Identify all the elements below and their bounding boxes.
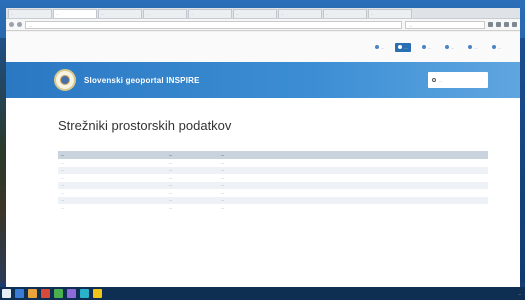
tab-strip: ... ... ... ... ... ... ... ... ... [6, 8, 520, 19]
service-link[interactable]: ... [58, 166, 166, 174]
table-row: ... ... ... [58, 189, 488, 197]
service-link[interactable]: ... [58, 174, 166, 182]
browser-tab[interactable]: ... [233, 9, 277, 18]
nav-icon [374, 45, 379, 49]
table-row: ... ... ... [58, 174, 488, 182]
app-icon[interactable] [93, 289, 102, 298]
service-link[interactable]: ... [58, 181, 166, 189]
nav-icon [421, 45, 426, 49]
app-icon[interactable] [41, 289, 50, 298]
nav-item[interactable]: ... [372, 43, 387, 52]
taskbar: ... [0, 287, 525, 300]
app-icon[interactable] [67, 289, 76, 298]
forward-icon[interactable] [17, 22, 22, 27]
nav-icon [491, 45, 496, 49]
table-row: ... ... ... [58, 196, 488, 204]
cell: ... [218, 166, 488, 174]
cell: ... [221, 160, 224, 165]
page-title: Strežniki prostorskih podatkov [58, 118, 232, 133]
app-icon[interactable] [54, 289, 63, 298]
cell: ... [166, 181, 218, 189]
nav-item[interactable]: ... [442, 43, 457, 52]
table-row: ... ... ... [58, 159, 488, 167]
cell: ... [221, 175, 224, 180]
browser-tab[interactable]: ... [143, 9, 187, 18]
cell: ... [218, 196, 488, 204]
cell: ... [169, 190, 172, 195]
table-header-row: ... ... ... [58, 151, 488, 159]
nav-item[interactable]: ... [489, 43, 504, 52]
cell: ... [169, 175, 172, 180]
app-icon[interactable] [15, 289, 24, 298]
nav-item-active[interactable]: ... [395, 42, 411, 52]
column-header: ... [218, 151, 488, 159]
browser-tab[interactable]: ... [323, 9, 367, 18]
clock: ... [517, 291, 521, 296]
nav-icon [398, 45, 403, 49]
nav-item[interactable]: ... [465, 43, 480, 52]
search-icon [432, 78, 436, 82]
cell: ... [166, 166, 218, 174]
column-header: ... [58, 151, 166, 159]
service-link[interactable]: ... [58, 159, 166, 167]
column-header: ... [166, 151, 218, 159]
browser-search-input[interactable]: ... [405, 20, 485, 29]
browser-tab[interactable]: ... [368, 9, 412, 18]
site-search-input[interactable]: ... [428, 72, 488, 88]
browser-tab[interactable]: ... [98, 9, 142, 18]
cell: ... [169, 205, 172, 210]
service-link[interactable]: ... [58, 196, 166, 204]
app-icon[interactable] [80, 289, 89, 298]
site-logo[interactable] [54, 69, 76, 91]
table-row: ... ... ... [58, 166, 488, 174]
browser-window: ... ... ... ... ... ... ... ... ... ... … [6, 8, 520, 288]
cell: ... [221, 190, 224, 195]
menu-icon[interactable] [512, 22, 517, 27]
servers-table: ... ... ... ... ... ... ... ... ... ... … [58, 151, 488, 212]
start-button[interactable] [2, 289, 11, 298]
browser-tab[interactable]: ... [188, 9, 232, 18]
cell: ... [169, 160, 172, 165]
nav-icon [468, 45, 473, 49]
nav-icon [444, 45, 449, 49]
web-page: ... ... ... ... ... ... Slovenski geopor… [6, 32, 520, 288]
cell: ... [166, 196, 218, 204]
service-link[interactable]: ... [58, 204, 166, 212]
back-icon[interactable] [9, 22, 14, 27]
home-icon[interactable] [504, 22, 509, 27]
cell: ... [218, 181, 488, 189]
main-content: Strežniki prostorskih podatkov ... ... .… [6, 98, 520, 212]
bookmark-icon[interactable] [488, 22, 493, 27]
top-navigation: ... ... ... ... ... ... [6, 32, 520, 62]
browser-tab[interactable]: ... [278, 9, 322, 18]
nav-item[interactable]: ... [419, 43, 434, 52]
table-row: ... ... ... [58, 181, 488, 189]
emblem-icon [60, 75, 70, 85]
cell: ... [221, 205, 224, 210]
folder-icon[interactable] [28, 289, 37, 298]
address-toolbar: ... ... [6, 19, 520, 31]
site-banner: Slovenski geoportal INSPIRE ... [6, 62, 520, 98]
address-bar[interactable]: ... [25, 20, 402, 29]
site-title: Slovenski geoportal INSPIRE [84, 75, 200, 85]
browser-tab[interactable]: ... [8, 9, 52, 18]
table-row: ... ... ... [58, 204, 488, 212]
browser-tab-active[interactable]: ... [53, 9, 97, 18]
service-link[interactable]: ... [58, 189, 166, 197]
download-icon[interactable] [496, 22, 501, 27]
